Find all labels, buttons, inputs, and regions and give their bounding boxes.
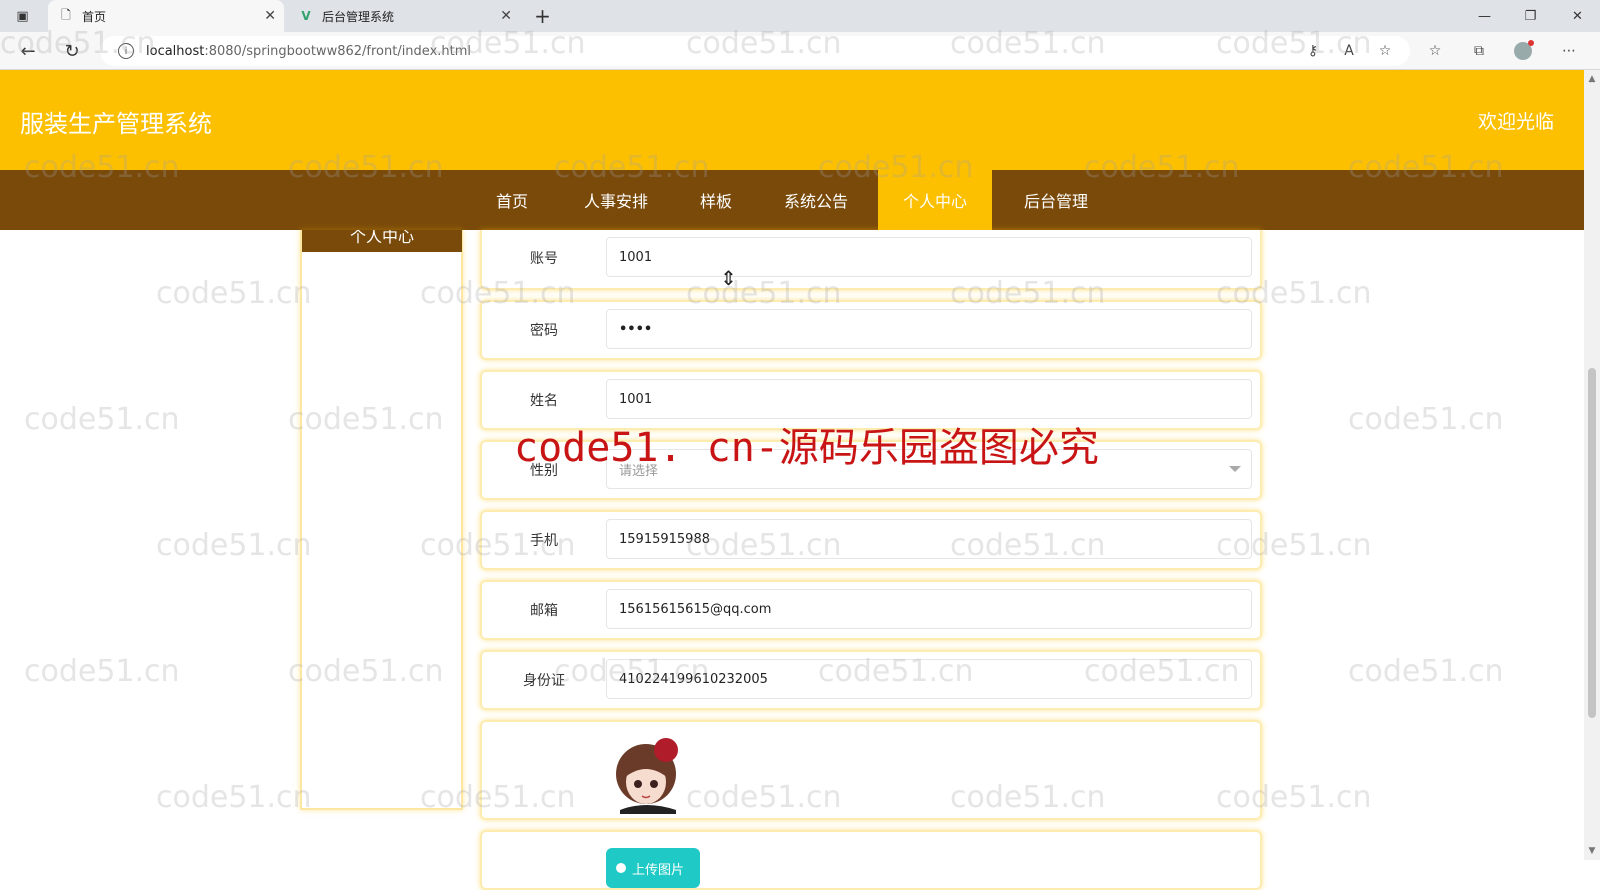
- tab-actions-icon[interactable]: ▣: [0, 0, 45, 32]
- idcard-input[interactable]: 410224199610232005: [606, 659, 1252, 699]
- tab-home[interactable]: 🗋 首页 ✕: [48, 0, 284, 32]
- watermark: code51.cn: [24, 654, 180, 689]
- form-row-upload: 上传图片: [480, 830, 1262, 890]
- tab-admin[interactable]: V 后台管理系统 ✕: [288, 0, 520, 32]
- copyright-banner: code51. cn-源码乐园盗图必究: [514, 425, 1099, 471]
- site-header: 服装生产管理系统 欢迎光临: [0, 70, 1584, 170]
- url-path: :8080/springbootww862/front/index.html: [204, 43, 472, 59]
- back-icon[interactable]: ←: [12, 35, 44, 67]
- url-input[interactable]: i localhost:8080/springbootww862/front/i…: [100, 36, 1410, 66]
- sidebar-title[interactable]: 个人中心: [302, 230, 462, 252]
- tab-title: 后台管理系统: [322, 9, 395, 24]
- name-input[interactable]: 1001: [606, 379, 1252, 419]
- read-aloud-icon[interactable]: A: [1336, 38, 1362, 64]
- account-input[interactable]: 1001: [606, 237, 1252, 277]
- url-host: localhost: [146, 43, 205, 59]
- scroll-down-icon[interactable]: ▼: [1588, 846, 1596, 856]
- nav-item-home[interactable]: 首页: [480, 170, 544, 230]
- vue-logo-icon: V: [301, 9, 311, 23]
- nav-item-personal-center[interactable]: 个人中心: [878, 170, 992, 230]
- address-bar: ← ↻ i localhost:8080/springbootww862/fro…: [0, 32, 1600, 70]
- profile-icon[interactable]: [1510, 38, 1536, 64]
- form-row-phone: 手机 15915915988: [480, 510, 1262, 570]
- idcard-label: 身份证: [523, 673, 565, 689]
- watermark: code51.cn: [156, 780, 312, 815]
- more-icon[interactable]: ⋯: [1556, 38, 1582, 64]
- password-label: 密码: [530, 323, 558, 339]
- browser-tab-bar: ▣ 🗋 首页 ✕ V 后台管理系统 ✕ + — ❐ ✕: [0, 0, 1600, 32]
- watermark: code51.cn: [24, 402, 180, 437]
- phone-input[interactable]: 15915915988: [606, 519, 1252, 559]
- form-row-email: 邮箱 15615615615@qq.com: [480, 580, 1262, 640]
- refresh-icon[interactable]: ↻: [56, 35, 88, 67]
- new-tab-icon[interactable]: +: [520, 0, 565, 32]
- info-icon[interactable]: i: [118, 43, 134, 59]
- page-scrollbar[interactable]: ▲ ▼: [1584, 70, 1600, 860]
- key-icon[interactable]: ⚷: [1300, 38, 1326, 64]
- avatar: [616, 738, 678, 814]
- form-row-password: 密码 ••••: [480, 300, 1262, 360]
- chevron-down-icon: [1229, 466, 1241, 472]
- watermark: code51.cn: [1348, 402, 1504, 437]
- watermark: code51.cn: [156, 276, 312, 311]
- close-window-icon[interactable]: ✕: [1555, 0, 1600, 32]
- nav-item-admin[interactable]: 后台管理: [1010, 170, 1102, 230]
- form-row-idcard: 身份证 410224199610232005: [480, 650, 1262, 710]
- scroll-up-icon[interactable]: ▲: [1588, 74, 1596, 84]
- close-tab-icon[interactable]: ✕: [264, 8, 276, 24]
- upload-label: 上传图片: [632, 862, 685, 878]
- favorites-icon[interactable]: ☆: [1422, 38, 1448, 64]
- resize-cursor-icon: ⇕: [720, 266, 737, 290]
- welcome-text: 欢迎光临: [1477, 111, 1554, 133]
- tab-title: 首页: [82, 9, 107, 24]
- collections-icon[interactable]: ⧉: [1466, 38, 1492, 64]
- phone-label: 手机: [530, 533, 558, 549]
- restore-icon[interactable]: ❐: [1508, 0, 1553, 32]
- password-input[interactable]: ••••: [606, 309, 1252, 349]
- account-label: 账号: [530, 251, 558, 267]
- minimize-icon[interactable]: —: [1462, 0, 1507, 32]
- watermark: code51.cn: [156, 528, 312, 563]
- site-title: 服装生产管理系统: [20, 110, 212, 138]
- form-row-avatar: [480, 720, 1262, 820]
- watermark: code51.cn: [1348, 654, 1504, 689]
- main-nav: 首页 人事安排 样板 系统公告 个人中心 后台管理: [0, 170, 1584, 230]
- nav-item-sample[interactable]: 样板: [684, 170, 748, 230]
- upload-icon: [616, 863, 626, 873]
- page-icon: 🗋: [61, 7, 71, 22]
- email-input[interactable]: 15615615615@qq.com: [606, 589, 1252, 629]
- scrollbar-thumb[interactable]: [1588, 368, 1596, 718]
- sidebar: 个人中心: [300, 230, 463, 810]
- nav-item-personnel[interactable]: 人事安排: [570, 170, 662, 230]
- upload-image-button[interactable]: 上传图片: [606, 848, 700, 888]
- form-row-account: 账号 1001: [480, 230, 1262, 290]
- close-tab-icon[interactable]: ✕: [500, 8, 512, 24]
- add-favorite-icon[interactable]: ☆: [1372, 38, 1398, 64]
- nav-item-notice[interactable]: 系统公告: [768, 170, 864, 230]
- email-label: 邮箱: [530, 603, 558, 619]
